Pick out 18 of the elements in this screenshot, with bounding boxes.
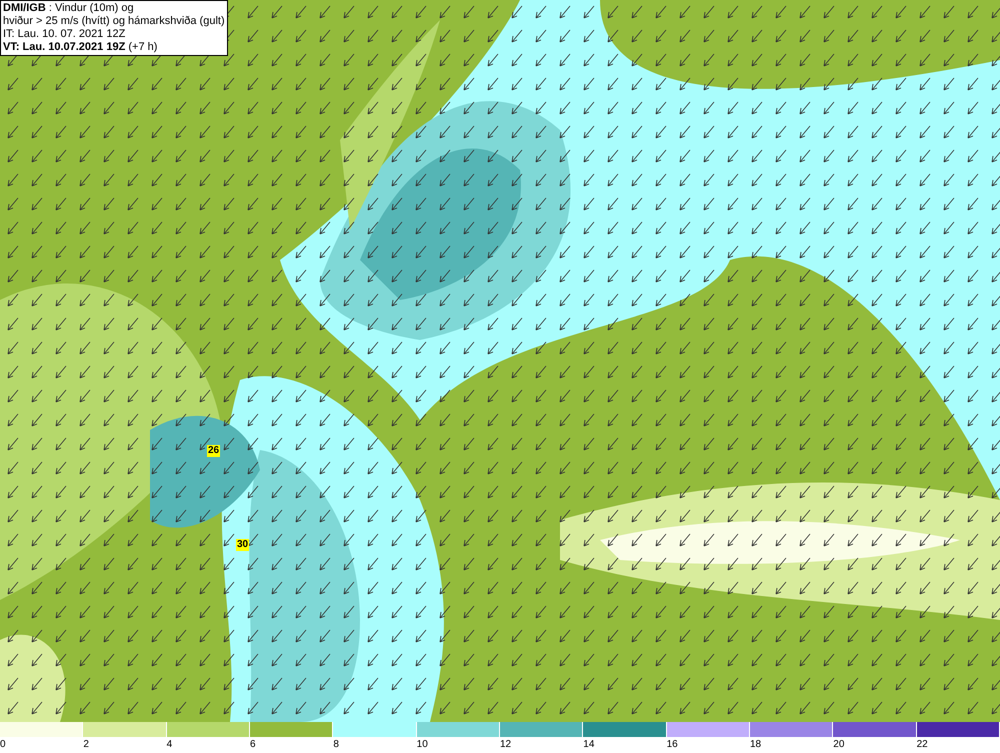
caption-line: VT: Lau. 10.07.2021 19Z (+7 h)	[3, 41, 158, 54]
caption-line: hviður > 25 m/s (hvítt) og hámarkshviða (gult)	[3, 15, 225, 28]
legend-label: 6	[250, 738, 256, 752]
legend-label: 22	[916, 738, 928, 752]
caption-line: IT: Lau. 10. 07. 2021 12Z	[3, 28, 126, 41]
gust-label: 30	[236, 539, 250, 551]
legend-label: 20	[833, 738, 844, 752]
legend-label: 18	[750, 738, 762, 752]
legend-label: 12	[500, 738, 512, 752]
legend-label: 4	[166, 738, 172, 752]
gust-label: 26	[207, 445, 220, 457]
legend-label: 14	[583, 738, 594, 752]
caption-line: DMI/IGB : Vindur (10m) og	[3, 2, 135, 15]
legend-label: 0	[0, 738, 6, 752]
legend-label: 8	[333, 738, 339, 752]
legend-label: 16	[666, 738, 678, 752]
legend-label: 10	[416, 738, 428, 752]
legend-label: 2	[83, 738, 89, 752]
